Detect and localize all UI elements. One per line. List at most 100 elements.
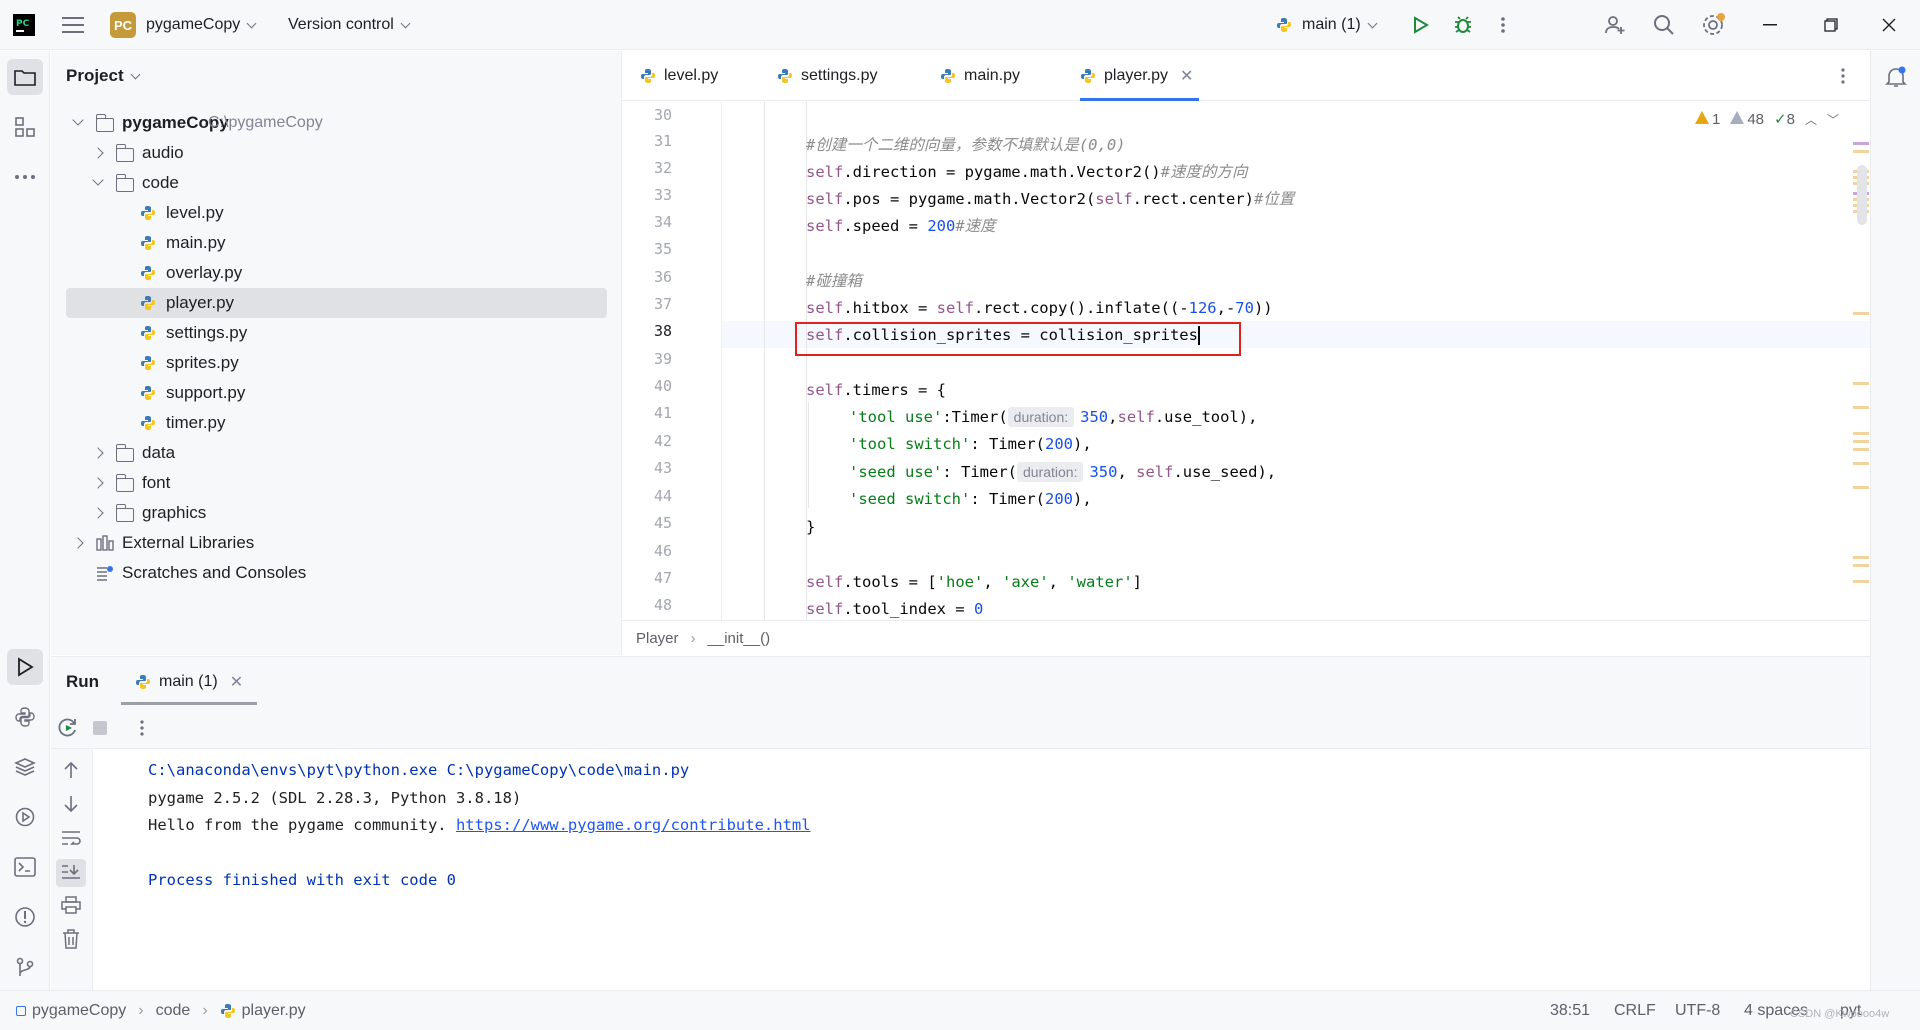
- self-keyword: self: [1095, 190, 1133, 208]
- tree-item-sprites-py[interactable]: sprites.py: [66, 348, 607, 378]
- breadcrumb-method[interactable]: __init__(): [708, 630, 771, 647]
- run-tab-label: main (1): [159, 673, 218, 690]
- console-link[interactable]: https://www.pygame.org/contribute.html: [456, 816, 811, 834]
- python-file-icon: [141, 356, 155, 370]
- tree-item-player-py[interactable]: player.py: [66, 288, 607, 318]
- tab-settings-py[interactable]: settings.py: [777, 51, 877, 101]
- tab-options-icon[interactable]: [1840, 51, 1846, 101]
- tree-item-timer-py[interactable]: timer.py: [66, 408, 607, 438]
- stripe-mark: [1853, 580, 1869, 583]
- error-stripe[interactable]: [1853, 120, 1869, 620]
- python-console-icon[interactable]: [7, 699, 43, 735]
- tree-item-level-py[interactable]: level.py: [66, 198, 607, 228]
- run-config-selector[interactable]: main (1): [1276, 0, 1378, 50]
- terminal-icon[interactable]: [7, 849, 43, 885]
- ok-count: 8: [1786, 111, 1795, 128]
- status-breadcrumb-file[interactable]: player.py: [242, 1002, 306, 1020]
- code-line-47: self.tools = ['hoe', 'axe', 'water']: [806, 571, 1142, 593]
- run-tab-main[interactable]: main (1) ✕: [121, 657, 258, 707]
- tree-item-label: timer.py: [166, 413, 226, 432]
- tree-item-support-py[interactable]: support.py: [66, 378, 607, 408]
- tree-item-code[interactable]: code: [66, 168, 607, 198]
- run-tool-icon[interactable]: [7, 649, 43, 685]
- line-ending-selector[interactable]: CRLF: [1614, 991, 1656, 1030]
- scrollbar-thumb[interactable]: [1857, 165, 1867, 225]
- tree-item-data[interactable]: data: [66, 438, 607, 468]
- status-breadcrumb-project[interactable]: pygameCopy: [32, 1002, 126, 1020]
- python-packages-icon[interactable]: [7, 749, 43, 785]
- tab-player-py[interactable]: player.py ✕: [1080, 51, 1200, 101]
- print-icon[interactable]: [61, 896, 81, 914]
- close-tab-icon[interactable]: ✕: [1180, 66, 1193, 86]
- structure-icon[interactable]: [7, 109, 43, 145]
- encoding-selector[interactable]: UTF-8: [1675, 991, 1720, 1030]
- line-number: 34: [653, 213, 672, 231]
- caret-position[interactable]: 38:51: [1550, 991, 1590, 1030]
- services-icon[interactable]: [7, 799, 43, 835]
- python-file-icon: [141, 296, 155, 310]
- tab-level-py[interactable]: level.py: [640, 51, 718, 101]
- tree-item-graphics[interactable]: graphics: [66, 498, 607, 528]
- more-tools-icon[interactable]: [7, 159, 43, 195]
- line-number: 32: [653, 159, 672, 177]
- more-options-icon[interactable]: [139, 719, 145, 737]
- soft-wrap-icon[interactable]: [61, 829, 81, 847]
- settings-gear-icon[interactable]: [1700, 0, 1726, 50]
- notifications-bell-icon[interactable]: [1878, 59, 1914, 95]
- rerun-icon[interactable]: [57, 717, 79, 739]
- console-output[interactable]: C:\anaconda\envs\pyt\python.exe C:\pygam…: [93, 749, 1870, 991]
- chevron-right-icon: ›: [690, 630, 696, 647]
- line-number: 40: [653, 377, 672, 395]
- search-icon[interactable]: [1652, 0, 1676, 50]
- project-panel-title[interactable]: Project: [66, 66, 141, 86]
- tree-item-label: level.py: [166, 203, 224, 222]
- code-number: 350: [1080, 408, 1109, 426]
- tree-item-overlay-py[interactable]: overlay.py: [66, 258, 607, 288]
- tree-item-external-libraries[interactable]: External Libraries: [66, 528, 607, 558]
- code-editor[interactable]: 30 31 32 33 34 35 36 37 38 39 40 41 42 4…: [622, 102, 1870, 620]
- tree-item-settings-py[interactable]: settings.py: [66, 318, 607, 348]
- run-icon[interactable]: [1410, 0, 1430, 50]
- python-file-icon: [941, 69, 955, 83]
- git-branch-icon[interactable]: [7, 949, 43, 985]
- arrow-up-icon[interactable]: [63, 761, 79, 779]
- breadcrumb-class[interactable]: Player: [636, 630, 679, 647]
- inspection-widget[interactable]: 1 48 ✓8 ︿ ﹀: [1695, 108, 1839, 130]
- chevron-down-icon[interactable]: ﹀: [1827, 111, 1839, 128]
- code-comment: #速度: [955, 217, 996, 235]
- tree-item-scratches-and-consoles[interactable]: Scratches and Consoles: [66, 558, 607, 588]
- tree-item-font[interactable]: font: [66, 468, 607, 498]
- project-selector[interactable]: PC pygameCopy: [110, 0, 257, 50]
- scroll-to-end-icon[interactable]: [61, 863, 81, 881]
- version-control-menu[interactable]: Version control: [288, 0, 411, 50]
- tree-item-main-py[interactable]: main.py: [66, 228, 607, 258]
- minimize-window-icon[interactable]: [1763, 0, 1777, 50]
- status-breadcrumb-folder[interactable]: code: [156, 1002, 191, 1020]
- tab-main-py[interactable]: main.py: [940, 51, 1020, 101]
- problems-icon[interactable]: [7, 899, 43, 935]
- self-keyword: self: [806, 600, 844, 618]
- chevron-up-icon[interactable]: ︿: [1805, 111, 1817, 128]
- project-tool-folder-icon[interactable]: [7, 59, 43, 95]
- code-text: :Timer(: [942, 408, 1008, 426]
- tree-item-label: graphics: [142, 503, 207, 522]
- line-number: 41: [653, 404, 672, 422]
- code-with-me-icon[interactable]: [1603, 0, 1627, 50]
- folder-icon: [95, 114, 114, 132]
- clear-trash-icon[interactable]: [62, 929, 80, 949]
- tree-item-audio[interactable]: audio: [66, 138, 607, 168]
- code-line-40: self.timers = {: [806, 379, 946, 401]
- arrow-down-icon[interactable]: [63, 795, 79, 813]
- close-window-icon[interactable]: [1882, 0, 1896, 50]
- code-text: ),: [1072, 435, 1092, 453]
- tree-root-pygamecopy[interactable]: pygameCopy C:\pygameCopy: [66, 108, 607, 138]
- stop-icon[interactable]: [92, 720, 108, 736]
- main-menu-icon[interactable]: [62, 0, 84, 50]
- stripe-mark: [1853, 312, 1869, 315]
- python-file-icon: [220, 1004, 235, 1018]
- code-comment: #碰撞箱: [806, 272, 862, 290]
- close-tab-icon[interactable]: ✕: [230, 672, 243, 692]
- more-actions-icon[interactable]: [1500, 0, 1506, 50]
- restore-window-icon[interactable]: [1824, 0, 1838, 50]
- debug-icon[interactable]: [1452, 0, 1474, 50]
